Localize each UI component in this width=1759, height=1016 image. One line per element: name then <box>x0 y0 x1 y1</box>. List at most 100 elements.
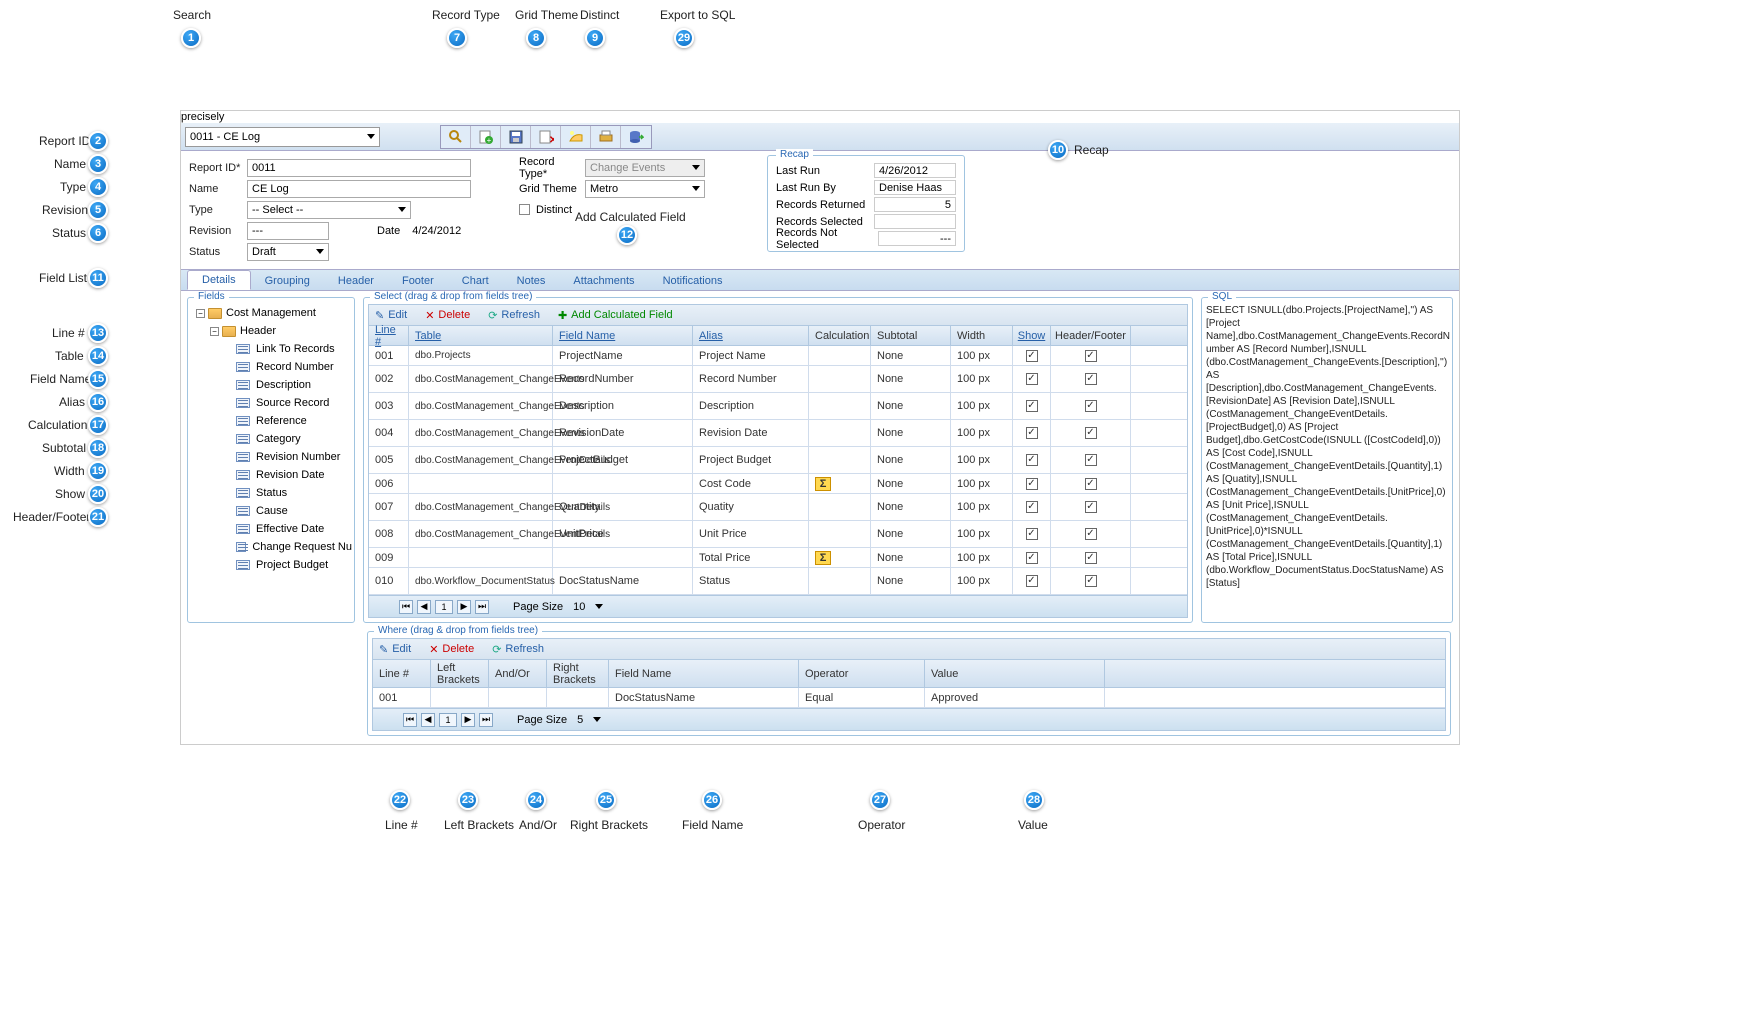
pager-first[interactable]: ⏮ <box>403 713 417 727</box>
refresh-button[interactable]: ⟳Refresh <box>492 643 544 656</box>
select-grid-row[interactable]: 001dbo.ProjectsProjectNameProject NameNo… <box>369 346 1187 366</box>
tree-field-item[interactable]: Project Budget <box>190 556 352 574</box>
pager-prev[interactable]: ◀ <box>421 713 435 727</box>
name-input[interactable]: CE Log <box>247 180 471 198</box>
checkbox[interactable] <box>1026 528 1038 540</box>
tree-field-item[interactable]: Cause <box>190 502 352 520</box>
tree-field-item[interactable]: Revision Number <box>190 448 352 466</box>
edit-button[interactable]: ✎Edit <box>379 643 411 656</box>
distinct-checkbox[interactable] <box>519 204 530 215</box>
page-size-value[interactable]: 5 <box>577 714 583 726</box>
record-type-dropdown[interactable]: Change Events <box>585 159 705 177</box>
export-sql-icon[interactable] <box>621 126 651 148</box>
where-col-fieldname[interactable]: Field Name <box>609 660 799 687</box>
checkbox[interactable] <box>1026 454 1038 466</box>
where-row[interactable]: 001 DocStatusName Equal Approved <box>373 688 1445 708</box>
tab-footer[interactable]: Footer <box>388 272 448 290</box>
where-col-andor[interactable]: And/Or <box>489 660 547 687</box>
search-icon[interactable] <box>441 126 471 148</box>
pager-page[interactable]: 1 <box>439 713 457 727</box>
checkbox[interactable] <box>1085 478 1097 490</box>
tab-header[interactable]: Header <box>324 272 388 290</box>
revision-input[interactable]: --- <box>247 222 329 240</box>
col-header-alias[interactable]: Alias <box>693 326 809 345</box>
type-dropdown[interactable]: -- Select -- <box>247 201 411 219</box>
tree-node-root[interactable]: −Cost Management <box>190 304 352 322</box>
tree-field-item[interactable]: Status <box>190 484 352 502</box>
where-col-value[interactable]: Value <box>925 660 1105 687</box>
pager-page[interactable]: 1 <box>435 600 453 614</box>
tab-chart[interactable]: Chart <box>448 272 503 290</box>
refresh-button[interactable]: ⟳Refresh <box>488 309 540 322</box>
select-grid-row[interactable]: 008dbo.CostManagement_ChangeEventDetails… <box>369 521 1187 548</box>
chevron-down-icon[interactable] <box>593 717 601 722</box>
checkbox[interactable] <box>1085 501 1097 513</box>
col-header-headerfooter[interactable]: Header/Footer <box>1051 326 1131 345</box>
checkbox[interactable] <box>1026 400 1038 412</box>
select-grid-row[interactable]: 003dbo.CostManagement_ChangeEventsDescri… <box>369 393 1187 420</box>
col-header-subtotal[interactable]: Subtotal <box>871 326 951 345</box>
tree-field-item[interactable]: Link To Records <box>190 340 352 358</box>
checkbox[interactable] <box>1085 528 1097 540</box>
checkbox[interactable] <box>1085 552 1097 564</box>
where-col-right-brackets[interactable]: Right Brackets <box>547 660 609 687</box>
col-header-width[interactable]: Width <box>951 326 1013 345</box>
delete-button[interactable]: ✕Delete <box>425 309 470 322</box>
col-header-calculation[interactable]: Calculation <box>809 326 871 345</box>
checkbox[interactable] <box>1085 454 1097 466</box>
col-header-line[interactable]: Line # <box>369 326 409 345</box>
page-size-value[interactable]: 10 <box>573 601 585 613</box>
checkbox[interactable] <box>1085 575 1097 587</box>
chevron-down-icon[interactable] <box>595 604 603 609</box>
select-grid-row[interactable]: 002dbo.CostManagement_ChangeEventsRecord… <box>369 366 1187 393</box>
select-grid-row[interactable]: 010dbo.Workflow_DocumentStatusDocStatusN… <box>369 568 1187 595</box>
preview-icon[interactable] <box>561 126 591 148</box>
checkbox[interactable] <box>1085 373 1097 385</box>
col-header-fieldname[interactable]: Field Name <box>553 326 693 345</box>
col-header-table[interactable]: Table <box>409 326 553 345</box>
where-col-line[interactable]: Line # <box>373 660 431 687</box>
where-col-left-brackets[interactable]: Left Brackets <box>431 660 489 687</box>
tree-field-item[interactable]: Record Number <box>190 358 352 376</box>
checkbox[interactable] <box>1026 350 1038 362</box>
checkbox[interactable] <box>1026 373 1038 385</box>
select-grid-row[interactable]: 009Total PriceΣNone100 px <box>369 548 1187 568</box>
select-grid-row[interactable]: 006Cost CodeΣNone100 px <box>369 474 1187 494</box>
checkbox[interactable] <box>1085 350 1097 362</box>
checkbox[interactable] <box>1026 575 1038 587</box>
search-dropdown[interactable]: 0011 - CE Log <box>185 127 380 147</box>
where-col-operator[interactable]: Operator <box>799 660 925 687</box>
tree-field-item[interactable]: Category <box>190 430 352 448</box>
tab-notifications[interactable]: Notifications <box>649 272 737 290</box>
pager-last[interactable]: ⏭ <box>475 600 489 614</box>
edit-button[interactable]: ✎Edit <box>375 309 407 322</box>
tree-field-item[interactable]: Effective Date <box>190 520 352 538</box>
delete-icon[interactable]: ✕ <box>531 126 561 148</box>
pager-first[interactable]: ⏮ <box>399 600 413 614</box>
pager-prev[interactable]: ◀ <box>417 600 431 614</box>
checkbox[interactable] <box>1026 501 1038 513</box>
checkbox[interactable] <box>1085 400 1097 412</box>
sql-text[interactable]: SELECT ISNULL(dbo.Projects.[ProjectName]… <box>1206 304 1452 599</box>
fields-tree[interactable]: −Cost Management −Header Link To Records… <box>190 304 352 604</box>
new-icon[interactable]: + <box>471 126 501 148</box>
print-icon[interactable] <box>591 126 621 148</box>
tree-field-item[interactable]: Reference <box>190 412 352 430</box>
tree-node-group[interactable]: −Header <box>190 322 352 340</box>
tab-details[interactable]: Details <box>187 270 251 290</box>
tab-notes[interactable]: Notes <box>503 272 560 290</box>
checkbox[interactable] <box>1026 552 1038 564</box>
tab-grouping[interactable]: Grouping <box>251 272 324 290</box>
pager-last[interactable]: ⏭ <box>479 713 493 727</box>
tree-field-item[interactable]: Revision Date <box>190 466 352 484</box>
tree-field-item[interactable]: Source Record <box>190 394 352 412</box>
pager-next[interactable]: ▶ <box>457 600 471 614</box>
tree-field-item[interactable]: Description <box>190 376 352 394</box>
tree-field-item[interactable]: Change Request Nu <box>190 538 352 556</box>
save-icon[interactable] <box>501 126 531 148</box>
checkbox[interactable] <box>1026 478 1038 490</box>
select-grid-row[interactable]: 005dbo.CostManagement_ChangeEventDetails… <box>369 447 1187 474</box>
pager-next[interactable]: ▶ <box>461 713 475 727</box>
select-grid-row[interactable]: 004dbo.CostManagement_ChangeEventsRevisi… <box>369 420 1187 447</box>
add-calculated-field-button[interactable]: ✚Add Calculated Field <box>558 309 673 322</box>
